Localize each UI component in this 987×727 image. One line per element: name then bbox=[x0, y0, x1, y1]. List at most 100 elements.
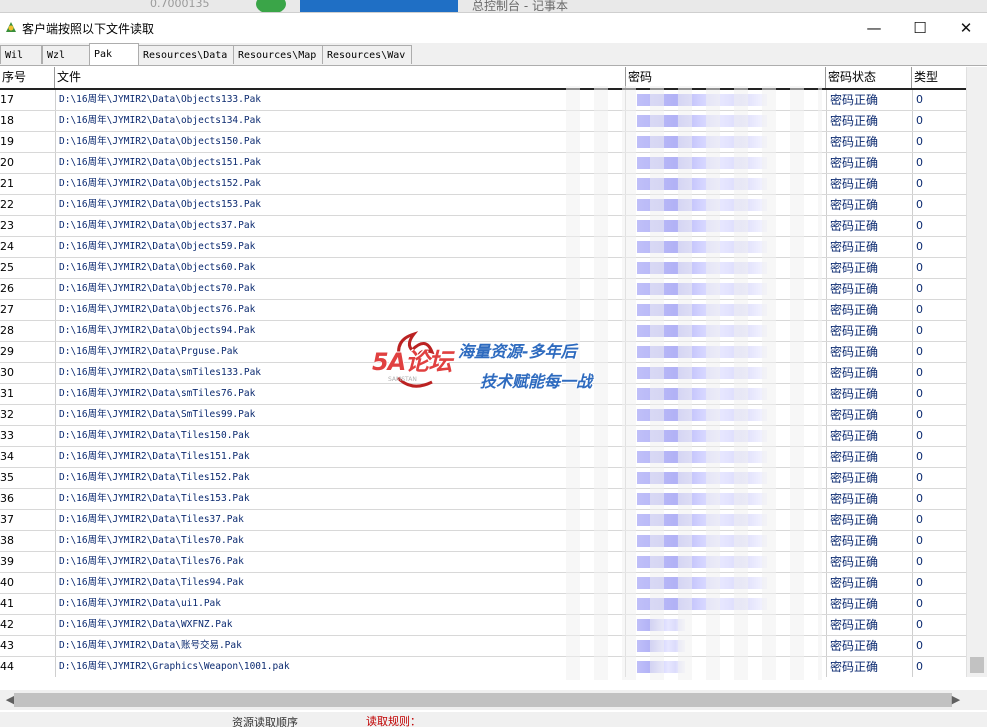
table-row[interactable]: 30 D:\16周年\JYMIR2\Data\smTiles133.Pak 密码正确… bbox=[0, 363, 966, 384]
row-file-path[interactable]: D:\16周年\JYMIR2\Data\Objects94.Pak bbox=[55, 321, 625, 341]
row-password[interactable] bbox=[625, 489, 825, 509]
table-row[interactable]: 18 D:\16周年\JYMIR2\Data\objects134.Pak 密码正确… bbox=[0, 111, 966, 132]
tab-resources-map[interactable]: Resources\Map bbox=[233, 45, 323, 64]
row-file-path[interactable]: D:\16周年\JYMIR2\Data\Objects37.Pak bbox=[55, 216, 625, 236]
row-file-path[interactable]: D:\16周年\JYMIR2\Data\Objects151.Pak bbox=[55, 153, 625, 173]
row-password[interactable] bbox=[625, 510, 825, 530]
row-file-path[interactable]: D:\16周年\JYMIR2\Data\smTiles76.Pak bbox=[55, 384, 625, 404]
table-row[interactable]: 17 D:\16周年\JYMIR2\Data\Objects133.Pak 密码正确… bbox=[0, 90, 966, 111]
table-row[interactable]: 19 D:\16周年\JYMIR2\Data\Objects150.Pak 密码正确… bbox=[0, 132, 966, 153]
row-file-path[interactable]: D:\16周年\JYMIR2\Data\账号交易.Pak bbox=[55, 636, 625, 656]
table-row[interactable]: 38 D:\16周年\JYMIR2\Data\Tiles70.Pak 密码正确 0 bbox=[0, 531, 966, 552]
table-row[interactable]: 26 D:\16周年\JYMIR2\Data\Objects70.Pak 密码正确 0 bbox=[0, 279, 966, 300]
row-file-path[interactable]: D:\16周年\JYMIR2\Data\Objects60.Pak bbox=[55, 258, 625, 278]
scroll-right-icon[interactable]: ▶ bbox=[946, 690, 966, 710]
row-file-path[interactable]: D:\16周年\JYMIR2\Data\Tiles151.Pak bbox=[55, 447, 625, 467]
row-password[interactable] bbox=[625, 195, 825, 215]
row-password[interactable] bbox=[625, 384, 825, 404]
tab-pak[interactable]: Pak bbox=[89, 43, 139, 65]
row-password[interactable] bbox=[625, 90, 825, 110]
row-file-path[interactable]: D:\16周年\JYMIR2\Data\Tiles152.Pak bbox=[55, 468, 625, 488]
row-password[interactable] bbox=[625, 405, 825, 425]
row-password[interactable] bbox=[625, 279, 825, 299]
table-row[interactable]: 28 D:\16周年\JYMIR2\Data\Objects94.Pak 密码正确 0 bbox=[0, 321, 966, 342]
table-row[interactable]: 25 D:\16周年\JYMIR2\Data\Objects60.Pak 密码正确 0 bbox=[0, 258, 966, 279]
row-password[interactable] bbox=[625, 342, 825, 362]
table-row[interactable]: 36 D:\16周年\JYMIR2\Data\Tiles153.Pak 密码正确 0 bbox=[0, 489, 966, 510]
row-file-path[interactable]: D:\16周年\JYMIR2\Data\Tiles153.Pak bbox=[55, 489, 625, 509]
row-file-path[interactable]: D:\16周年\JYMIR2\Data\Objects152.Pak bbox=[55, 174, 625, 194]
row-password[interactable] bbox=[625, 531, 825, 551]
row-password[interactable] bbox=[625, 636, 825, 656]
maximize-button[interactable]: ☐ bbox=[897, 13, 943, 43]
row-password[interactable] bbox=[625, 258, 825, 278]
table-row[interactable]: 29 D:\16周年\JYMIR2\Data\Prguse.Pak 密码正确 0 bbox=[0, 342, 966, 363]
row-password[interactable] bbox=[625, 132, 825, 152]
row-file-path[interactable]: D:\16周年\JYMIR2\Data\Tiles150.Pak bbox=[55, 426, 625, 446]
horizontal-scrollbar[interactable]: ◀ ▶ bbox=[0, 690, 966, 710]
row-password[interactable] bbox=[625, 174, 825, 194]
close-button[interactable]: ✕ bbox=[943, 13, 987, 43]
row-file-path[interactable]: D:\16周年\JYMIR2\Data\Objects76.Pak bbox=[55, 300, 625, 320]
column-header-type[interactable]: 类型 bbox=[912, 67, 966, 88]
row-file-path[interactable]: D:\16周年\JYMIR2\Data\smTiles133.Pak bbox=[55, 363, 625, 383]
row-file-path[interactable]: D:\16周年\JYMIR2\Graphics\Weapon\1001.pak bbox=[55, 657, 625, 677]
table-row[interactable]: 20 D:\16周年\JYMIR2\Data\Objects151.Pak 密码正确… bbox=[0, 153, 966, 174]
table-row[interactable]: 27 D:\16周年\JYMIR2\Data\Objects76.Pak 密码正确 0 bbox=[0, 300, 966, 321]
column-header-file[interactable]: 文件 bbox=[55, 67, 626, 88]
horizontal-scroll-thumb[interactable] bbox=[14, 693, 952, 707]
row-file-path[interactable]: D:\16周年\JYMIR2\Data\Tiles37.Pak bbox=[55, 510, 625, 530]
row-file-path[interactable]: D:\16周年\JYMIR2\Data\Objects153.Pak bbox=[55, 195, 625, 215]
row-file-path[interactable]: D:\16周年\JYMIR2\Data\Prguse.Pak bbox=[55, 342, 625, 362]
row-password[interactable] bbox=[625, 447, 825, 467]
row-password[interactable] bbox=[625, 468, 825, 488]
column-header-no[interactable]: 序号 bbox=[0, 67, 55, 88]
row-file-path[interactable]: D:\16周年\JYMIR2\Data\Objects133.Pak bbox=[55, 90, 625, 110]
row-file-path[interactable]: D:\16周年\JYMIR2\Data\ui1.Pak bbox=[55, 594, 625, 614]
column-header-password[interactable]: 密码 bbox=[626, 67, 826, 88]
row-file-path[interactable]: D:\16周年\JYMIR2\Data\objects134.Pak bbox=[55, 111, 625, 131]
table-row[interactable]: 44 D:\16周年\JYMIR2\Graphics\Weapon\1001.pa… bbox=[0, 657, 966, 677]
table-row[interactable]: 31 D:\16周年\JYMIR2\Data\smTiles76.Pak 密码正确 0 bbox=[0, 384, 966, 405]
table-row[interactable]: 21 D:\16周年\JYMIR2\Data\Objects152.Pak 密码正确… bbox=[0, 174, 966, 195]
row-file-path[interactable]: D:\16周年\JYMIR2\Data\Objects70.Pak bbox=[55, 279, 625, 299]
table-row[interactable]: 42 D:\16周年\JYMIR2\Data\WXFNZ.Pak 密码正确 0 bbox=[0, 615, 966, 636]
table-row[interactable]: 32 D:\16周年\JYMIR2\Data\SmTiles99.Pak 密码正确 0 bbox=[0, 405, 966, 426]
row-password[interactable] bbox=[625, 594, 825, 614]
row-password[interactable] bbox=[625, 216, 825, 236]
tab-wzl[interactable]: Wzl bbox=[42, 45, 90, 64]
column-header-status[interactable]: 密码状态 bbox=[826, 67, 912, 88]
row-password[interactable] bbox=[625, 552, 825, 572]
row-password[interactable] bbox=[625, 615, 825, 635]
row-password[interactable] bbox=[625, 573, 825, 593]
row-file-path[interactable]: D:\16周年\JYMIR2\Data\SmTiles99.Pak bbox=[55, 405, 625, 425]
table-row[interactable]: 35 D:\16周年\JYMIR2\Data\Tiles152.Pak 密码正确 0 bbox=[0, 468, 966, 489]
row-password[interactable] bbox=[625, 426, 825, 446]
table-row[interactable]: 43 D:\16周年\JYMIR2\Data\账号交易.Pak 密码正确 0 bbox=[0, 636, 966, 657]
table-row[interactable]: 34 D:\16周年\JYMIR2\Data\Tiles151.Pak 密码正确 0 bbox=[0, 447, 966, 468]
vertical-scrollbar[interactable] bbox=[966, 67, 987, 677]
row-file-path[interactable]: D:\16周年\JYMIR2\Data\Tiles70.Pak bbox=[55, 531, 625, 551]
row-file-path[interactable]: D:\16周年\JYMIR2\Data\Tiles76.Pak bbox=[55, 552, 625, 572]
row-password[interactable] bbox=[625, 300, 825, 320]
tab-resources-wav[interactable]: Resources\Wav bbox=[322, 45, 412, 64]
table-row[interactable]: 37 D:\16周年\JYMIR2\Data\Tiles37.Pak 密码正确 0 bbox=[0, 510, 966, 531]
row-password[interactable] bbox=[625, 363, 825, 383]
table-row[interactable]: 33 D:\16周年\JYMIR2\Data\Tiles150.Pak 密码正确 0 bbox=[0, 426, 966, 447]
row-file-path[interactable]: D:\16周年\JYMIR2\Data\Tiles94.Pak bbox=[55, 573, 625, 593]
row-password[interactable] bbox=[625, 321, 825, 341]
vertical-scroll-thumb[interactable] bbox=[970, 657, 984, 673]
table-row[interactable]: 23 D:\16周年\JYMIR2\Data\Objects37.Pak 密码正确 0 bbox=[0, 216, 966, 237]
row-password[interactable] bbox=[625, 657, 825, 677]
file-grid[interactable]: 序号 文件 密码 密码状态 类型 17 D:\16周年\JYMIR2\Data\O… bbox=[0, 67, 966, 677]
table-row[interactable]: 22 D:\16周年\JYMIR2\Data\Objects153.Pak 密码正确… bbox=[0, 195, 966, 216]
row-password[interactable] bbox=[625, 111, 825, 131]
row-file-path[interactable]: D:\16周年\JYMIR2\Data\Objects150.Pak bbox=[55, 132, 625, 152]
tab-wil[interactable]: Wil bbox=[0, 45, 42, 64]
table-row[interactable]: 39 D:\16周年\JYMIR2\Data\Tiles76.Pak 密码正确 0 bbox=[0, 552, 966, 573]
table-row[interactable]: 41 D:\16周年\JYMIR2\Data\ui1.Pak 密码正确 0 bbox=[0, 594, 966, 615]
tab-resources-data[interactable]: Resources\Data bbox=[138, 45, 234, 64]
table-row[interactable]: 24 D:\16周年\JYMIR2\Data\Objects59.Pak 密码正确 0 bbox=[0, 237, 966, 258]
minimize-button[interactable]: — bbox=[851, 13, 897, 43]
row-password[interactable] bbox=[625, 237, 825, 257]
